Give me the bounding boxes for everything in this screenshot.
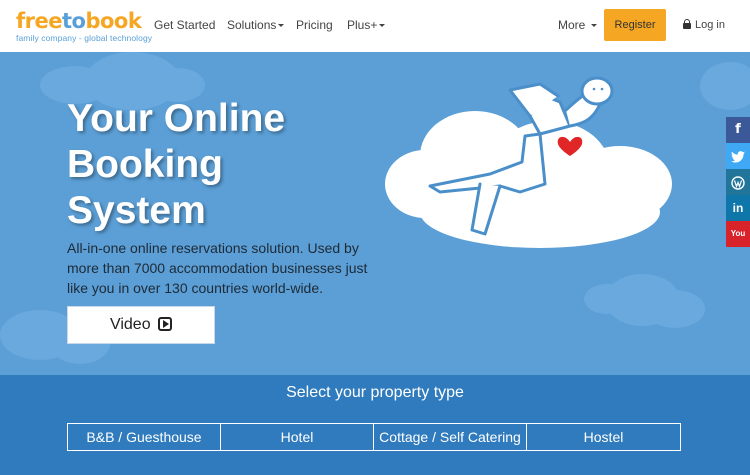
hero-subtitle: All-in-one online reservations solution.… <box>67 240 368 296</box>
youtube-icon[interactable]: You <box>726 221 750 247</box>
property-type-bnb[interactable]: B&B / Guesthouse <box>68 424 221 450</box>
nav-more[interactable]: More <box>558 17 597 33</box>
property-type-hostel[interactable]: Hostel <box>527 424 680 450</box>
logo[interactable]: freetobook family company - global techn… <box>16 9 152 43</box>
property-type-section: Select your property type B&B / Guesthou… <box>0 375 750 475</box>
video-button[interactable]: Video <box>67 306 215 344</box>
register-button[interactable]: Register <box>604 9 666 41</box>
hero-title: Your Online Booking System <box>67 96 285 234</box>
nav-get-started-label: Get Started <box>154 18 216 32</box>
wordpress-logo-icon <box>731 175 745 190</box>
logo-part-to: to <box>61 9 86 33</box>
property-type-selector: B&B / Guesthouse Hotel Cottage / Self Ca… <box>67 423 681 451</box>
logo-tagline: family company - global technology <box>16 33 153 43</box>
nav-plus-label: Plus+ <box>347 18 378 32</box>
nav-solutions[interactable]: Solutions <box>227 17 285 33</box>
logo-part-free: free <box>16 9 62 33</box>
play-icon <box>158 317 173 331</box>
caret-down-icon <box>590 24 597 28</box>
nav-pricing[interactable]: Pricing <box>296 17 333 33</box>
login-link[interactable]: Log in <box>683 18 725 32</box>
logo-part-book: book <box>85 9 142 33</box>
nav-plus[interactable]: Plus+ <box>347 17 386 33</box>
twitter-icon[interactable] <box>726 143 750 169</box>
nav-get-started[interactable]: Get Started <box>154 17 215 33</box>
wordpress-icon[interactable] <box>726 169 750 195</box>
facebook-glyph: f <box>735 122 741 137</box>
property-type-hotel[interactable]: Hotel <box>221 424 374 450</box>
relaxing-figure-illustration <box>385 76 672 248</box>
logo-wordmark: freetobook <box>16 9 152 33</box>
lock-icon <box>683 19 691 29</box>
top-navbar: freetobook family company - global techn… <box>0 0 750 52</box>
caret-down-icon <box>379 24 386 28</box>
twitter-bird-icon <box>731 150 745 163</box>
hero-title-line: Booking <box>67 143 223 186</box>
linkedin-icon[interactable]: in <box>726 195 750 221</box>
hero-title-line: System <box>67 189 206 232</box>
hero-title-line: Your Online <box>67 97 286 140</box>
linkedin-glyph: in <box>732 201 744 215</box>
caret-down-icon <box>278 24 285 28</box>
property-type-cottage[interactable]: Cottage / Self Catering <box>374 424 527 450</box>
youtube-glyph: You <box>730 229 746 238</box>
facebook-icon[interactable]: f <box>726 117 750 143</box>
login-label: Log in <box>695 19 725 31</box>
hero-section: Your Online Booking System All-in-one on… <box>0 52 750 375</box>
video-button-label: Video <box>109 316 151 333</box>
nav-pricing-label: Pricing <box>296 18 333 32</box>
property-type-title: Select your property type <box>286 384 464 401</box>
nav-solutions-label: Solutions <box>227 18 277 32</box>
nav-more-label: More <box>558 18 586 32</box>
